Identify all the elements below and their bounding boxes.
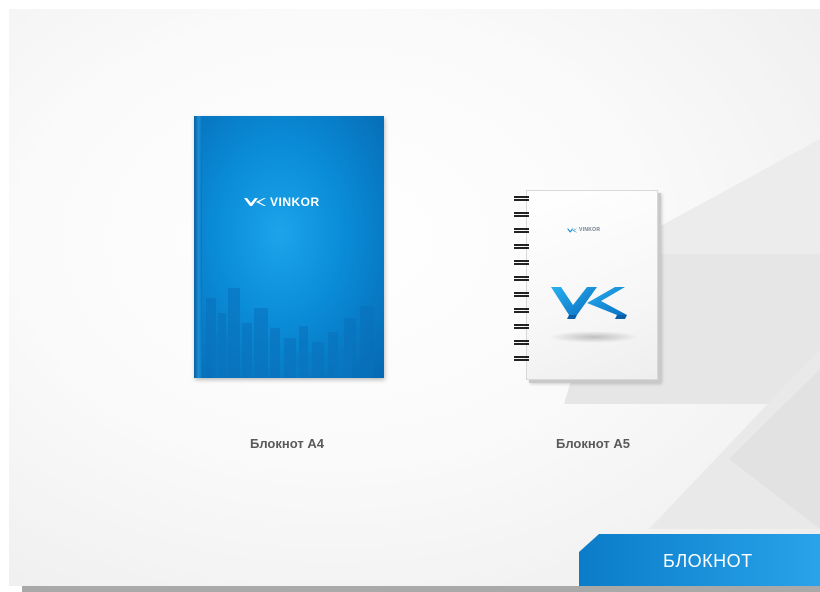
caption-notebook-a4: Блокнот А4 — [250, 436, 324, 451]
brand-name: VINKOR — [270, 195, 320, 209]
vk-logo-icon — [551, 287, 627, 319]
vk-logo-icon — [244, 198, 266, 206]
brand-logo: VINKOR — [244, 195, 320, 209]
slide-background — [9, 9, 820, 586]
brand-name-small: VINKOR — [579, 227, 601, 233]
brand-logo-small: VINKOR — [567, 227, 600, 233]
section-tag: БЛОКНОТ — [579, 534, 820, 586]
bottom-bar — [22, 586, 820, 592]
background-shapes — [564, 139, 820, 529]
caption-notebook-a5: Блокнот А5 — [556, 436, 630, 451]
logo-shadow — [549, 331, 639, 343]
notebook-spine — [194, 116, 202, 378]
notebook-a4: VINKOR — [194, 116, 384, 378]
vk-logo-icon — [567, 228, 577, 232]
spiral-binding-icon — [514, 196, 529, 361]
city-skyline — [206, 288, 374, 378]
notebook-a5: VINKOR — [526, 190, 658, 380]
tag-label: БЛОКНОТ — [663, 551, 753, 571]
